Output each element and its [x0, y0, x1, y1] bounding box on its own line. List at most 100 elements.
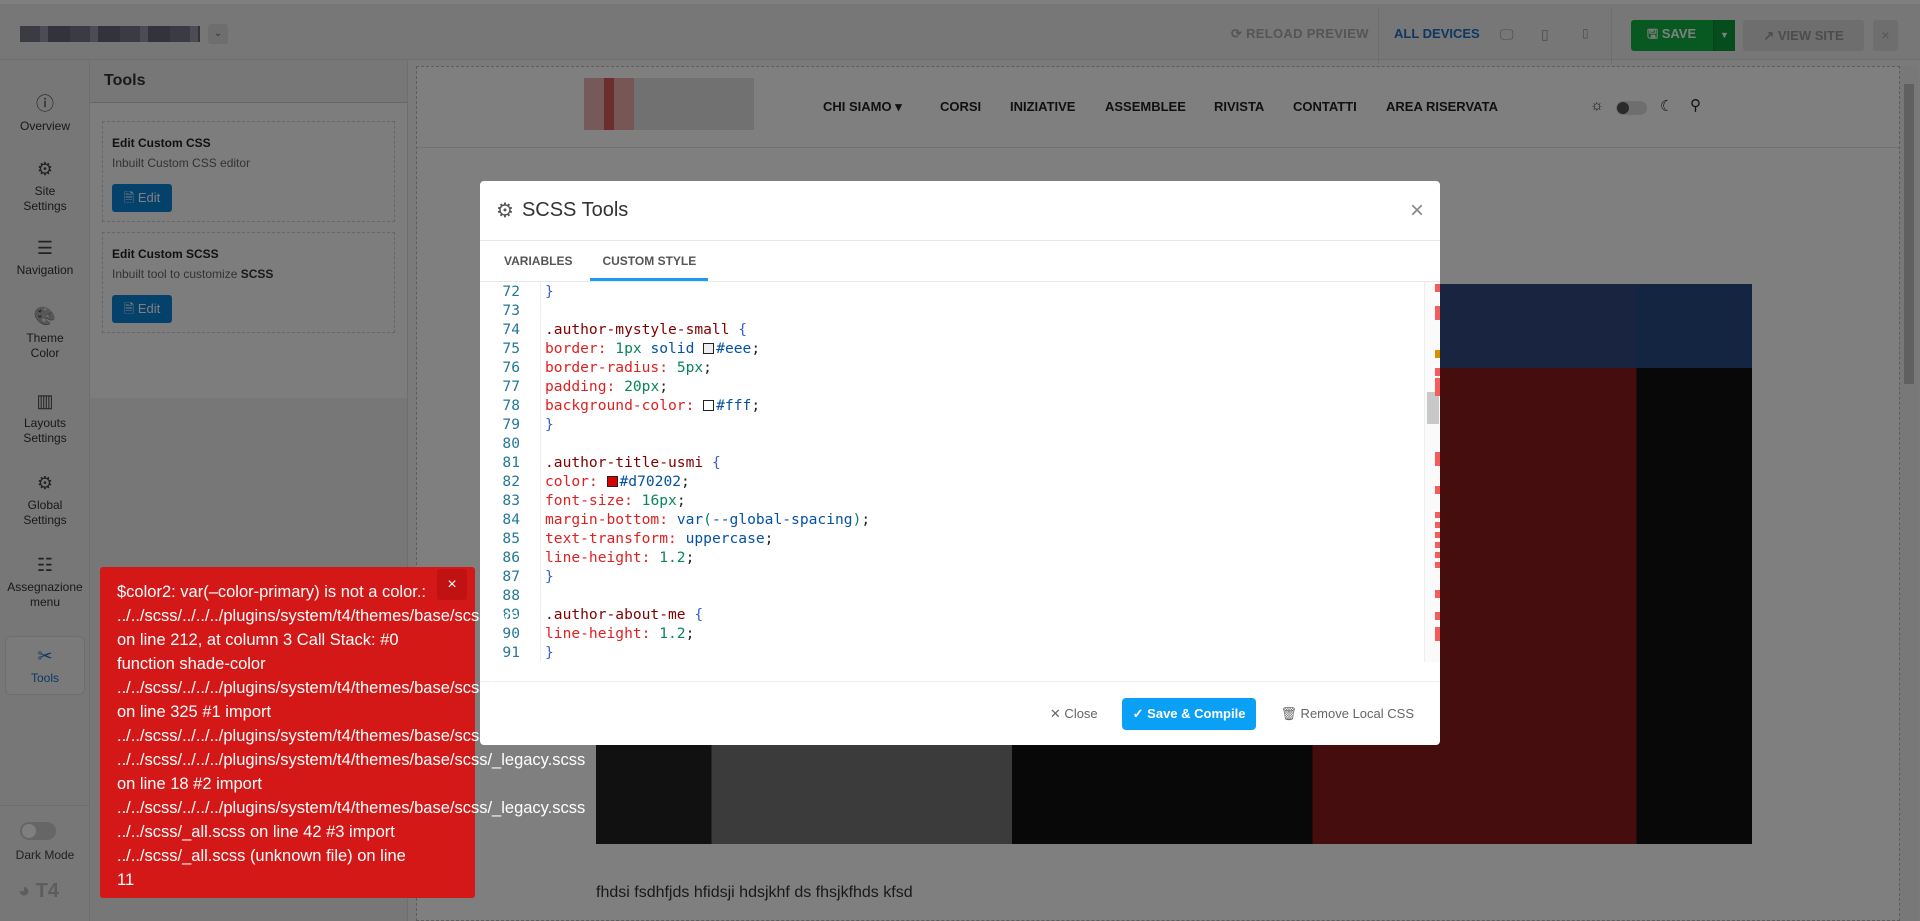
code-editor[interactable]: 72} 73 74 .author-mystyle-small {75 border: … [480, 282, 1440, 662]
code-token: } [545, 416, 554, 433]
code-text: } [545, 643, 554, 662]
code-token: : [659, 511, 677, 528]
code-line: 85 text-transform: uppercase; [480, 529, 1420, 548]
code-text: color: #d70202; [545, 472, 690, 491]
code-token: ; [703, 359, 712, 376]
code-token: .author-about-me [545, 606, 695, 623]
editor-scrollbar[interactable] [1424, 282, 1440, 662]
save-compile-button[interactable]: ✓ Save & Compile [1121, 697, 1257, 730]
line-number: 75 [502, 340, 520, 357]
code-token: #eee [716, 340, 752, 357]
code-line: 82 color: #d70202; [480, 472, 1420, 491]
modal-close-icon[interactable]: × [1410, 197, 1424, 225]
line-number: 72 [502, 283, 520, 300]
code-line: 75 border: 1px solid #eee; [480, 339, 1420, 358]
code-token: var [676, 511, 704, 528]
code-text: padding: 20px; [545, 377, 668, 396]
line-number: 82 [502, 473, 520, 490]
toast-close-button[interactable]: × [437, 569, 467, 600]
tab-custom-style[interactable]: CUSTOM STYLE [590, 241, 709, 281]
code-token: 1.2 [659, 625, 686, 642]
line-number: 81 [502, 454, 520, 471]
code-token: 20px [624, 378, 660, 395]
code-line: 87} [480, 567, 1420, 586]
code-text: text-transform: uppercase; [545, 529, 773, 548]
modal-footer: ✕ Close ✓ Save & Compile 🗑 Remove Local … [480, 681, 1440, 745]
code-token: background-color [545, 397, 686, 414]
code-token: #fff [716, 397, 752, 414]
color-swatch[interactable] [703, 343, 715, 354]
code-token: ; [659, 378, 669, 395]
error-message-line: ../../scss/../../../plugins/system/t4/th… [117, 799, 586, 817]
code-token: border [545, 340, 598, 357]
error-message-line: $color2: var(–color-primary) is not a co… [117, 583, 427, 601]
code-text: .author-mystyle-small { [545, 320, 747, 339]
code-line: 79} [480, 415, 1420, 434]
line-number: 76 [502, 359, 520, 376]
close-button[interactable]: ✕ Close [1050, 706, 1098, 722]
code-token: padding [545, 378, 607, 395]
code-line: 72} [480, 282, 1420, 301]
code-token: text-transform [545, 530, 669, 547]
line-number: 77 [502, 378, 520, 395]
code-text: .author-about-me { [545, 605, 703, 624]
line-number: 84 [502, 511, 520, 528]
error-message-line: function shade-color [117, 655, 266, 673]
code-token: : [606, 378, 625, 395]
line-number: 88 [502, 587, 520, 604]
code-token: color [545, 473, 589, 490]
code-token: border-radius [545, 359, 660, 376]
code-line: 88 [480, 586, 1420, 605]
code-line: 80 [480, 434, 1420, 453]
color-swatch[interactable] [703, 400, 715, 411]
error-message-line: ../../scss/_all.scss (unknown file) on l… [117, 847, 406, 865]
line-number: 79 [502, 416, 520, 433]
gear-icon: ⚙ [496, 200, 514, 222]
code-token: uppercase [685, 530, 765, 547]
line-number: 80 [502, 435, 520, 452]
color-swatch[interactable] [606, 476, 618, 487]
code-token: ; [685, 549, 695, 566]
code-token: 1px [615, 340, 642, 357]
code-token: line-height [545, 549, 642, 566]
error-message-line: ../../scss/../../../plugins/system/t4/th… [117, 607, 525, 625]
line-number: 87 [502, 568, 520, 585]
code-text: } [545, 415, 554, 434]
code-token: 1.2 [659, 549, 686, 566]
code-text: line-height: 1.2; [545, 548, 694, 567]
line-number: 85 [502, 530, 520, 547]
code-text: border-radius: 5px; [545, 358, 712, 377]
tab-variables[interactable]: VARIABLES [492, 241, 584, 281]
code-token: #d70202 [619, 473, 682, 490]
code-line: 81 .author-title-usmi { [480, 453, 1420, 472]
code-text: background-color: #fff; [545, 396, 760, 415]
code-token: } [545, 644, 554, 661]
remove-local-css-button[interactable]: 🗑 Remove Local CSS [1280, 706, 1414, 722]
code-token: line-height [545, 625, 642, 642]
code-token: ; [861, 511, 871, 528]
error-toast: $color2: var(–color-primary) is not a co… [100, 567, 586, 898]
code-line: 78 background-color: #fff; [480, 396, 1420, 415]
modal-title: SCSS Tools [521, 199, 629, 221]
error-message-line: 11 [117, 871, 135, 889]
code-token: ; [676, 492, 686, 509]
code-token: ; [681, 473, 690, 490]
code-token: --global-spacing [711, 511, 853, 528]
code-token: : [588, 473, 607, 490]
code-token: ; [751, 397, 761, 414]
code-token: : [668, 530, 686, 547]
line-number: 78 [502, 397, 520, 414]
code-token: { [711, 454, 721, 471]
line-number: 83 [502, 492, 520, 509]
line-number: 86 [502, 549, 520, 566]
code-text: .author-title-usmi { [545, 453, 721, 472]
code-line: 89 .author-about-me { [480, 605, 1420, 624]
code-text: border: 1px solid #eee; [545, 339, 760, 358]
error-message-line: ../../scss/_all.scss on line 42 #3 impor… [117, 823, 395, 841]
error-message-line: on line 212, at column 3 Call Stack: #0 [117, 631, 399, 649]
code-token: { [694, 606, 704, 623]
code-token: : [659, 359, 677, 376]
error-message-line: on line 18 #2 import [117, 775, 262, 793]
line-number: 91 [502, 644, 520, 661]
error-message-line: ../../scss/../../../plugins/system/t4/th… [117, 679, 493, 697]
